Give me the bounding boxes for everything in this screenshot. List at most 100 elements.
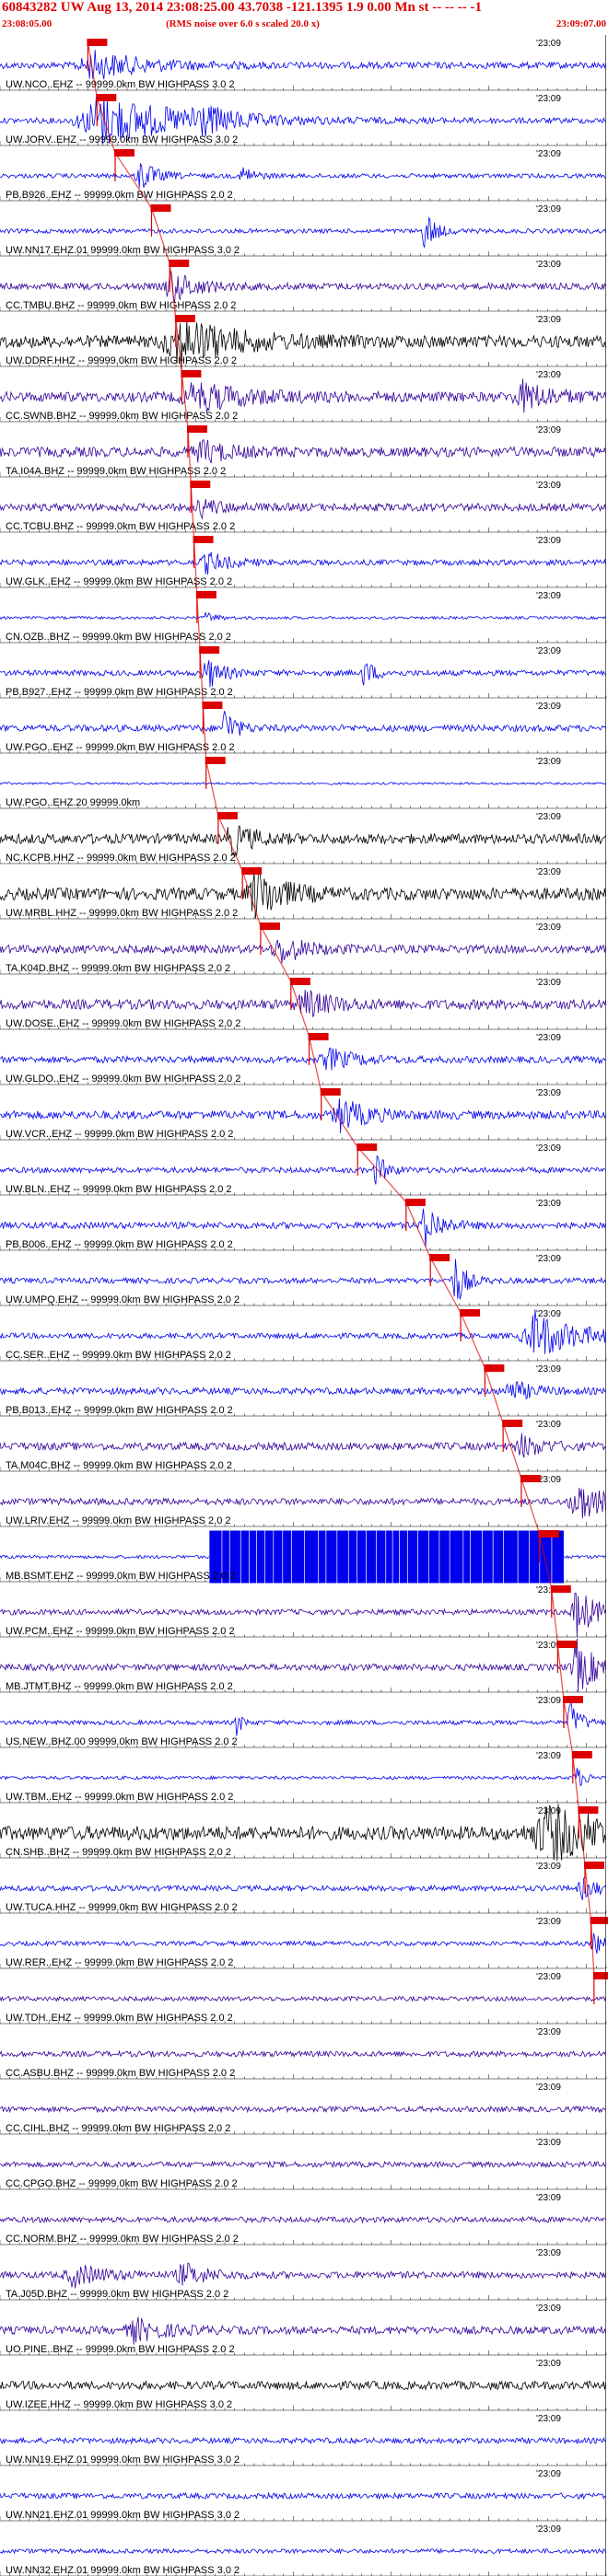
seismogram-trace [0,2436,606,2445]
station-label: UW.JORV..EHZ -- 99999.0km BW HIGHPASS 3.… [6,134,238,145]
station-label: UW.TBM..EHZ -- 99999.0km BW HIGHPASS 2.0… [6,1792,233,1803]
time-tick-label: '23:09 [536,2359,561,2369]
pick-marker [562,1696,583,1703]
pick-marker [583,1862,604,1869]
station-label: UW.NN19.EHZ.01 99999.0km BW HIGHPASS 3.0… [6,2454,240,2466]
time-tick-label: '23:09 [536,2193,561,2203]
station-label: PB.B926..EHZ -- 99999.0km BW HIGHPASS 2.… [6,190,233,201]
station-label: PB.B927..EHZ -- 99999.0km BW HIGHPASS 2.… [6,687,233,698]
pick-marker [590,1917,608,1924]
time-tick-label: '23:09 [536,481,561,491]
pick-marker [193,536,214,543]
seismogram-trace [0,1768,606,1787]
station-label: CC.SER..EHZ -- 99999.0km BW HIGHPASS 2.0… [6,1350,231,1361]
station-label: UW.VCR..EHZ -- 99999.0km BW HIGHPASS 2.0… [6,1129,233,1140]
seismogram-trace [0,2105,606,2114]
seismogram-trace [0,216,606,249]
station-label: PB.B013..EHZ -- 99999.0km BW HIGHPASS 2.… [6,1405,233,1416]
station-label: MB.JTMT.BHZ -- 99999.0km BW HIGHPASS 2.0… [6,1681,233,1692]
station-label: TA.M04C.BHZ -- 99999.0km BW HIGHPASS 2.0… [6,1460,232,1471]
seismogram-trace [0,2316,606,2345]
time-tick-label: '23:09 [536,2027,561,2037]
station-label: UO.PINE..BHZ -- 99999.0km BW HIGHPASS 2.… [6,2344,235,2355]
time-tick-label: '23:09 [536,2303,561,2314]
time-tick-label: '23:09 [536,1806,561,1816]
time-tick-label: '23:09 [536,2083,561,2093]
pick-marker [174,315,195,322]
station-label: UW.TUCA.HHZ -- 99999.0km BW HIGHPASS 2.0… [6,1902,238,1913]
time-tick-label: '23:09 [536,591,561,601]
seismogram-trace [0,498,606,520]
saturated-block [209,1530,564,1584]
pick-marker [259,922,280,930]
time-tick-label: '23:09 [536,646,561,656]
station-label: CC.SWNB.BHZ -- 99999.0km BW HIGHPASS 2.0… [6,411,238,422]
time-tick-label: '23:09 [536,757,561,767]
seismogram-trace [0,50,606,80]
station-label: CC.CIHL.BHZ -- 99999.0km BW HIGHPASS 2.0… [6,2123,230,2134]
seismogram-trace [0,1309,606,1354]
pick-marker [205,757,226,764]
pick-marker [429,1254,450,1261]
pick-marker [241,867,263,875]
time-tick-label: '23:09 [536,702,561,712]
seismogram-trace [0,781,606,785]
pick-marker [150,204,171,212]
station-label: UW.LRIV.EHZ -- 99999.0km BW HIGHPASS 2.0… [6,1515,231,1526]
pick-marker [556,1641,578,1648]
seismogram-trace [0,1047,606,1071]
station-label: UW.RER..EHZ -- 99999.0km BW HIGHPASS 2.0… [6,1957,233,1968]
pick-marker [538,1530,559,1537]
seismogram-trace [0,660,606,688]
pick-marker [87,39,108,46]
time-tick-label: '23:09 [536,2138,561,2148]
seismogram-trace [0,1995,606,2002]
pick-marker [195,591,216,598]
time-tick-label: '23:09 [536,1862,561,1872]
station-label: CC.TMBU.BHZ -- 99999.0km BW HIGHPASS 2.0… [6,300,236,311]
time-tick-label: '23:09 [536,2414,561,2424]
pick-marker [202,702,223,709]
station-label: CC.TCBU.BHZ -- 99999.0km BW HIGHPASS 2.0… [6,521,235,532]
station-label: UW.PCM..EHZ -- 99999.0km BW HIGHPASS 2.0… [6,1626,235,1637]
station-label: CC.ASBU.BHZ -- 99999.0km BW HIGHPASS 2.0… [6,2068,235,2079]
station-label: UW.IZEE.HHZ -- 99999.0km BW HIGHPASS 3.0… [6,2399,232,2410]
station-label: UW.DOSE..EHZ -- 99999.0km BW HIGHPASS 2.… [6,1018,240,1029]
seismogram-trace [0,1703,606,1736]
pick-marker [169,260,190,267]
seismogram-trace [0,1875,606,1900]
station-label: US.NEW..BHZ.00 99999.0km BW HIGHPASS 2.0… [6,1736,238,1747]
time-tick-label: '23:09 [536,2469,561,2479]
seismogram-trace [0,378,606,413]
pick-marker [460,1309,481,1317]
seismogram-plot: UW.NCO..EHZ -- 99999.0km BW HIGHPASS 3.0… [0,35,608,2576]
time-tick-label: '23:09 [536,1143,561,1154]
pick-marker [484,1364,505,1372]
station-label: UW.MRBL.HHZ -- 99999.0km BW HIGHPASS 2.0… [6,908,238,919]
station-label: UW.GLDO..EHZ -- 99999.0km BW HIGHPASS 2.… [6,1073,240,1085]
seismogram-trace [0,162,606,189]
station-label: CC.NORM.BHZ -- 99999.0km BW HIGHPASS 2.0… [6,2234,239,2245]
pick-marker [578,1806,599,1814]
station-label: NC.KCPB.HHZ -- 99999.0km BW HIGHPASS 2.0… [6,853,236,864]
pick-marker [181,370,202,377]
pick-marker [502,1420,523,1427]
pick-marker [96,94,117,101]
station-label: UW.NN32.EHZ.01 99999.0km BW HIGHPASS 3.0… [6,2565,240,2576]
seismogram-trace [0,1487,606,1519]
station-label: UW.BLN..EHZ -- 99999.0km BW HIGHPASS 2.0… [6,1184,232,1195]
station-label: UW.DDRF.HHZ -- 99999.0km BW HIGHPASS 2.0… [6,355,237,366]
time-tick-label: '23:09 [536,1696,561,1706]
station-label: TA.K04D.BHZ -- 99999.0km BW HIGHPASS 2.0… [6,963,230,974]
station-label: UW.PGO..EHZ.20 99999.0km [6,797,140,808]
time-tick-label: '23:09 [536,94,561,104]
time-tick-label: '23:09 [536,812,561,822]
seismogram-trace [0,551,606,575]
pick-marker [289,978,310,985]
time-tick-label: '23:09 [536,1420,561,1430]
station-label: CN.SHB..BHZ -- 99999.0km BW HIGHPASS 2.0… [6,1847,231,1858]
seismogram-trace [0,2380,606,2391]
station-label: MB.BSMT.EHZ -- 99999.0km BW HIGHPASS 2.0… [6,1571,235,1582]
seismogram-trace [0,1259,606,1300]
seismogram-trace [0,1155,606,1185]
